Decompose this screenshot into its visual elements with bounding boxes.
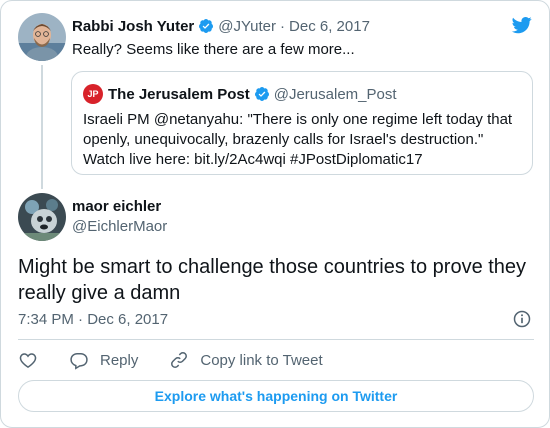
reply-label: Reply xyxy=(100,351,139,369)
copy-link-button[interactable]: Copy link to Tweet xyxy=(169,350,323,370)
quoted-tweet[interactable]: JP The Jerusalem Post @Jerusalem_Post Is… xyxy=(71,71,533,175)
verified-badge-icon xyxy=(254,87,269,101)
divider xyxy=(18,339,534,340)
main-author-avatar[interactable] xyxy=(18,193,66,241)
copy-link-label: Copy link to Tweet xyxy=(200,351,323,369)
separator-dot: · xyxy=(280,17,286,35)
tweet-actions: Reply Copy link to Tweet xyxy=(18,349,323,371)
heart-icon xyxy=(19,353,37,368)
main-tweet-text: Might be smart to challenge those countr… xyxy=(18,256,527,304)
main-author-handle[interactable]: @EichlerMaor xyxy=(72,217,167,237)
info-icon[interactable] xyxy=(512,309,532,329)
reply-bubble-icon xyxy=(70,353,88,370)
user-photo-icon xyxy=(18,13,66,61)
reply-button[interactable]: Reply xyxy=(69,350,138,370)
parent-author-name[interactable]: Rabbi Josh Yuter xyxy=(72,18,194,35)
like-button[interactable] xyxy=(18,350,38,370)
link-icon xyxy=(171,352,188,368)
main-author-name[interactable]: maor eichler xyxy=(72,197,161,217)
explore-button[interactable]: Explore what's happening on Twitter xyxy=(18,380,534,412)
twitter-bird-icon[interactable] xyxy=(511,15,533,35)
parent-tweet-date[interactable]: Dec 6, 2017 xyxy=(289,18,370,35)
thread-line xyxy=(41,65,43,189)
parent-author-handle[interactable]: @JYuter xyxy=(218,18,276,35)
quoted-author-name: The Jerusalem Post xyxy=(108,85,250,103)
quoted-author-handle: @Jerusalem_Post xyxy=(273,85,397,103)
parent-tweet-text: Really? Seems like there are a few more.… xyxy=(72,41,355,58)
quoted-tweet-header: The Jerusalem Post @Jerusalem_Post xyxy=(108,84,397,104)
parent-author-avatar[interactable] xyxy=(18,13,66,61)
quoted-tweet-text: Israeli PM @netanyahu: "There is only on… xyxy=(83,111,513,168)
user-photo-icon xyxy=(18,193,66,241)
parent-tweet-header: Rabbi Josh Yuter @JYuter · Dec 6, 2017 xyxy=(72,16,370,36)
verified-badge-icon xyxy=(199,19,214,33)
quoted-author-avatar: JP xyxy=(83,84,103,104)
tweet-embed-card: Rabbi Josh Yuter @JYuter · Dec 6, 2017 R… xyxy=(0,0,550,428)
tweet-timestamp[interactable]: 7:34 PM · Dec 6, 2017 xyxy=(18,310,168,330)
